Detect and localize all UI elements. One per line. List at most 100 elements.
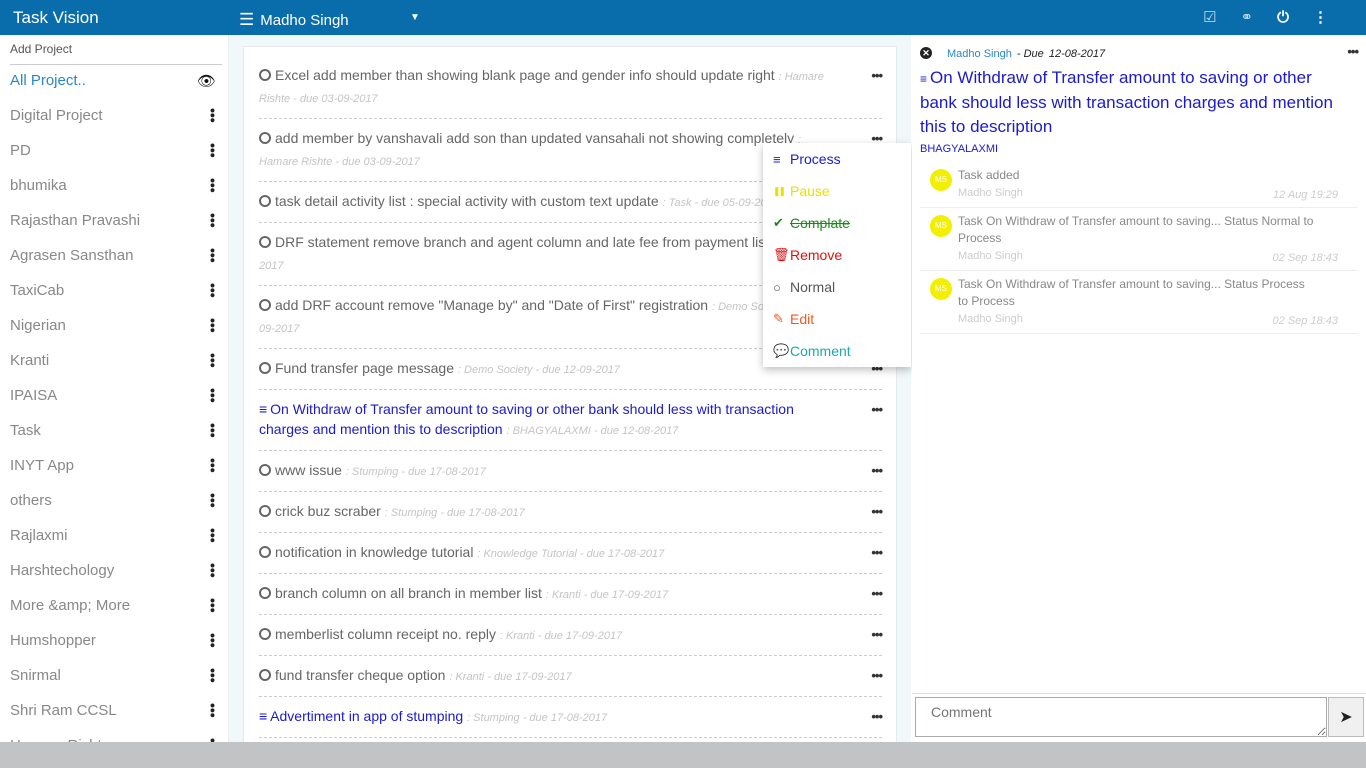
more-vertical-icon[interactable]: ••• [205,458,221,473]
more-vertical-icon[interactable]: ••• [205,283,221,298]
task-title[interactable]: Fund transfer page message [275,360,454,376]
more-vertical-icon[interactable]: ••• [205,493,221,508]
project-name: Nigerian [10,317,66,334]
more-vertical-icon[interactable]: ••• [205,598,221,613]
more-vertical-icon[interactable]: ⋮ [1313,8,1328,26]
sidebar-project-item[interactable]: Shri Ram CCSL ••• [0,693,228,728]
task-title[interactable]: branch column on all branch in member li… [275,585,542,601]
menu-item-pause[interactable]: ❚❚ Pause [763,175,911,207]
more-vertical-icon[interactable]: ••• [205,143,221,158]
sidebar-project-item[interactable]: Harshtechology ••• [0,553,228,588]
task-title[interactable]: notification in knowledge tutorial [275,544,473,560]
sidebar-project-item[interactable]: TaxiCab ••• [0,273,228,308]
checkbox-icon[interactable]: ☑ [1203,8,1216,26]
send-button[interactable]: ➤ [1328,697,1364,737]
task-row[interactable]: fund transfer cheque option : Kranti - d… [259,656,883,697]
project-name: INYT App [10,457,74,474]
more-horizontal-icon[interactable]: ••• [871,584,883,604]
more-vertical-icon[interactable]: ••• [205,703,221,718]
menu-item-process[interactable]: ≡ Process [763,143,911,175]
menu-item-edit[interactable]: ✎ Edit [763,303,911,335]
user-dropdown[interactable]: ☰ Madho Singh ▼ [239,10,420,30]
more-horizontal-icon[interactable]: ••• [871,400,883,420]
sidebar-project-item[interactable]: More &amp; More ••• [0,588,228,623]
circle-icon [259,628,271,640]
menu-item-label: Complate [790,215,850,231]
task-row[interactable]: ≡ On Withdraw of Transfer amount to savin… [259,390,883,451]
eye-icon[interactable]: 👁 [197,72,216,90]
more-horizontal-icon[interactable]: ••• [871,707,883,727]
pause-icon: ❚❚ [773,185,786,196]
task-row[interactable]: crick buz scraber : Stumping - due 17-08… [259,492,883,533]
sidebar-project-item[interactable]: others ••• [0,483,228,518]
task-title[interactable]: fund transfer cheque option [275,667,445,683]
more-vertical-icon[interactable]: ••• [205,108,221,123]
sidebar-project-item[interactable]: Snirmal ••• [0,658,228,693]
sidebar-project-item[interactable]: Rajlaxmi ••• [0,518,228,553]
more-vertical-icon[interactable]: ••• [205,633,221,648]
menu-item-complate[interactable]: ✔ Complate [763,207,911,239]
more-vertical-icon[interactable]: ••• [205,318,221,333]
activity-text: Task On Withdraw of Transfer amount to s… [958,214,1314,245]
sidebar-project-item[interactable]: INYT App ••• [0,448,228,483]
project-name: Shri Ram CCSL [10,702,117,719]
sidebar-project-item[interactable]: Nigerian ••• [0,308,228,343]
power-icon[interactable]: ⏻ [1277,9,1289,26]
process-icon: ≡ [259,401,268,417]
menu-item-normal[interactable]: ○ Normal [763,271,911,303]
detail-header: Madho Singh - Due 12-08-2017 [947,48,1105,60]
close-icon[interactable]: ✕ [920,47,932,59]
sidebar-project-item[interactable]: All Project.. 👁 [0,63,228,98]
add-project-link[interactable]: Add Project [10,42,72,56]
more-vertical-icon[interactable]: ••• [205,213,221,228]
sidebar-project-item[interactable]: Task ••• [0,413,228,448]
sidebar-project-item[interactable]: Humshopper ••• [0,623,228,658]
task-title[interactable]: memberlist column receipt no. reply [275,626,496,642]
task-title[interactable]: www issue [275,462,342,478]
task-meta: : Stumping - due 17-08-2017 [384,507,525,519]
avatar: MS [930,169,952,191]
more-vertical-icon[interactable]: ••• [205,563,221,578]
more-horizontal-icon[interactable]: ••• [871,543,883,563]
menu-item-remove[interactable]: 🗑 Remove [763,239,911,271]
more-horizontal-icon[interactable]: ••• [871,625,883,645]
menu-item-comment[interactable]: 💬 Comment [763,335,911,367]
more-vertical-icon[interactable]: ••• [205,388,221,403]
task-row[interactable]: branch column on all branch in member li… [259,574,883,615]
sidebar-project-item[interactable]: IPAISA ••• [0,378,228,413]
more-horizontal-icon[interactable]: ••• [871,66,883,86]
task-row[interactable]: ≡ Advertiment in app of stumping : Stumpi… [259,697,883,738]
sidebar-project-item[interactable]: Kranti ••• [0,343,228,378]
more-vertical-icon[interactable]: ••• [205,668,221,683]
task-title[interactable]: Advertiment in app of stumping [270,708,463,724]
task-title[interactable]: task detail activity list : special acti… [275,193,659,209]
task-title[interactable]: add DRF account remove "Manage by" and "… [275,297,708,313]
sidebar-project-item[interactable]: Rajasthan Pravashi ••• [0,203,228,238]
assignee[interactable]: Madho Singh [947,48,1012,60]
task-row[interactable]: memberlist column receipt no. reply : Kr… [259,615,883,656]
more-vertical-icon[interactable]: ••• [205,528,221,543]
more-horizontal-icon[interactable]: ••• [871,666,883,686]
task-row[interactable]: www issue : Stumping - due 17-08-2017 ••• [259,451,883,492]
task-title[interactable]: add member by vanshavali add son than up… [275,130,794,146]
task-title[interactable]: DRF statement remove branch and agent co… [275,234,769,250]
sidebar-project-item[interactable]: Hamare Rishte••• [0,728,228,742]
task-title[interactable]: Excel add member than showing blank page… [275,67,775,83]
sidebar-project-item[interactable]: Digital Project ••• [0,98,228,133]
task-row[interactable]: notification in knowledge tutorial : Kno… [259,533,883,574]
more-vertical-icon[interactable]: ••• [205,353,221,368]
sidebar-project-item[interactable]: bhumika ••• [0,168,228,203]
more-horizontal-icon[interactable]: ••• [1347,44,1359,59]
sidebar-project-item[interactable]: Agrasen Sansthan ••• [0,238,228,273]
toggle-icon[interactable]: ⚭ [1241,8,1254,26]
task-title[interactable]: crick buz scraber [275,503,381,519]
more-vertical-icon[interactable]: ••• [205,248,221,263]
more-vertical-icon[interactable]: ••• [205,178,221,193]
more-horizontal-icon[interactable]: ••• [871,461,883,481]
bottom-bar [0,742,1366,768]
more-horizontal-icon[interactable]: ••• [871,502,883,522]
sidebar-project-item[interactable]: PD ••• [0,133,228,168]
more-vertical-icon[interactable]: ••• [205,423,221,438]
comment-input[interactable] [915,697,1327,737]
task-row[interactable]: Excel add member than showing blank page… [259,56,883,119]
